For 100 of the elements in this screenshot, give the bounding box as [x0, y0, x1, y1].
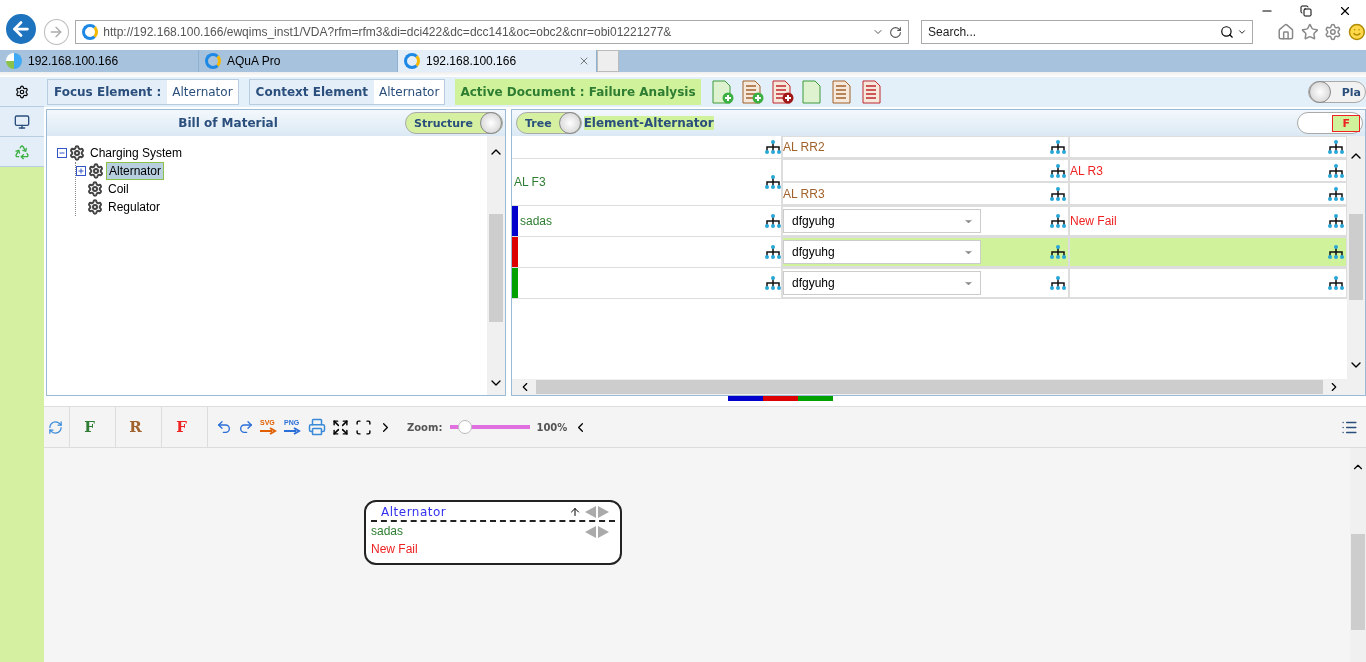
hierarchy-icon[interactable]: [1050, 162, 1066, 179]
site-logo-icon: [6, 53, 22, 69]
letter-button[interactable]: F: [161, 407, 201, 447]
hierarchy-icon[interactable]: [765, 174, 781, 190]
table-cell[interactable]: dfgyuhg: [782, 206, 1069, 236]
star-icon[interactable]: [1300, 23, 1319, 41]
close-icon[interactable]: [1338, 4, 1352, 18]
add-list-icon[interactable]: [770, 80, 795, 104]
panel-title: Element-Alternator: [583, 116, 714, 130]
refresh-button[interactable]: [48, 419, 63, 435]
hierarchy-icon[interactable]: [1328, 185, 1344, 202]
home-icon[interactable]: [1276, 23, 1295, 41]
dropdown[interactable]: dfgyuhg: [783, 271, 981, 295]
field-value: Alternator: [378, 84, 441, 101]
smiley-icon[interactable]: [1348, 23, 1366, 41]
hierarchy-icon[interactable]: [1050, 244, 1066, 260]
dropdown-icon[interactable]: [1236, 27, 1247, 37]
zoom-label: Zoom:: [407, 421, 443, 433]
hierarchy-icon[interactable]: [1050, 275, 1066, 291]
tab-title: AQuA Pro: [227, 54, 282, 68]
letter-button[interactable]: F: [69, 407, 109, 447]
hierarchy-icon[interactable]: [1050, 213, 1066, 229]
redo-icon: [238, 419, 254, 435]
horizontal-scrollbar[interactable]: [512, 379, 1347, 395]
active-document-label: Active Document : Failure Analysis: [455, 79, 701, 105]
print-button[interactable]: [308, 418, 326, 436]
hierarchy-icon[interactable]: [765, 244, 781, 260]
tree-item[interactable]: Alternator: [106, 162, 165, 180]
hierarchy-icon[interactable]: [1050, 139, 1066, 155]
tree-item[interactable]: Coil: [105, 180, 132, 198]
up-arrow-icon[interactable]: [569, 506, 581, 518]
monitor-button[interactable]: [0, 107, 44, 137]
hierarchy-icon[interactable]: [1328, 275, 1344, 291]
gear-icon: [87, 181, 103, 197]
hierarchy-icon[interactable]: [1328, 162, 1344, 179]
field-value: Alternator: [171, 84, 234, 101]
table-cell-text: sadas: [519, 214, 554, 228]
scrollbar[interactable]: [1347, 136, 1365, 395]
table-cell[interactable]: AL R3: [1069, 159, 1347, 182]
monitor-icon: [14, 113, 30, 130]
arrow-icon: [284, 427, 302, 435]
structure-toggle[interactable]: Structure: [405, 112, 503, 134]
gear-icon: [69, 145, 85, 161]
arrow-icon: [260, 427, 278, 435]
cell-text: AL R3: [1070, 163, 1103, 178]
browser-logo-icon: [404, 53, 420, 69]
scrollbar[interactable]: [1350, 448, 1366, 662]
refresh-icon[interactable]: [889, 25, 903, 39]
browser-tab[interactable]: 192.168.100.166: [398, 50, 597, 72]
scrollbar[interactable]: [487, 136, 505, 395]
table-cell[interactable]: AL RR3: [782, 182, 1069, 205]
redo-button[interactable]: [238, 419, 254, 435]
table-cell[interactable]: AL RR2: [782, 136, 1069, 158]
hierarchy-icon[interactable]: [765, 139, 781, 155]
refresh-icon: [48, 419, 63, 435]
search-field[interactable]: Search...: [921, 20, 1253, 44]
add-list-icon[interactable]: [740, 80, 765, 104]
fit-button[interactable]: [355, 418, 372, 436]
table-cell[interactable]: New Fail: [1069, 206, 1347, 236]
zoom-value: 100%: [536, 421, 568, 433]
recycle-icon: [14, 143, 30, 160]
search-icon[interactable]: [1219, 25, 1234, 39]
tab-title: 192.168.100.166: [28, 54, 120, 68]
cell-text: New Fail: [1070, 214, 1117, 228]
table-cell[interactable]: [1069, 182, 1347, 205]
table-cell[interactable]: dfgyuhg: [782, 237, 1069, 267]
table-cell[interactable]: [1069, 136, 1347, 158]
gear-icon: [88, 163, 104, 179]
expand-icon[interactable]: [76, 166, 86, 176]
hierarchy-icon[interactable]: [1328, 213, 1344, 229]
diagram-node[interactable]: Alternator sadas New Fail: [364, 500, 622, 565]
dropdown[interactable]: dfgyuhg: [783, 240, 981, 264]
collapse-icon[interactable]: [57, 148, 67, 158]
table-cell[interactable]: [1069, 268, 1347, 298]
undo-button[interactable]: [207, 407, 232, 447]
settings-button[interactable]: [0, 77, 44, 107]
add-document-icon[interactable]: [710, 80, 735, 104]
tree-item[interactable]: Regulator: [105, 198, 164, 216]
tree-item[interactable]: Charging System: [87, 144, 186, 162]
hierarchy-icon[interactable]: [765, 213, 781, 229]
tree-toggle[interactable]: Tree: [516, 112, 582, 134]
toggle-switch[interactable]: Pla: [1307, 81, 1366, 103]
table-cell[interactable]: [782, 159, 1069, 182]
hierarchy-icon[interactable]: [1328, 139, 1344, 155]
settings-icon[interactable]: [1324, 23, 1343, 41]
hierarchy-icon[interactable]: [1050, 185, 1066, 202]
hierarchy-icon[interactable]: [1328, 244, 1344, 260]
table-cell[interactable]: [1069, 237, 1347, 267]
expand-button[interactable]: [332, 418, 349, 436]
panel-title: Bill of Material: [177, 116, 279, 130]
restore-icon[interactable]: [1300, 5, 1312, 17]
browser-logo-icon: [82, 24, 99, 40]
address-field[interactable]: http://192.168.100.166/ewqims_inst1/VDA?rfm=rfm3&di=dci422&dc=dcc141&oc=obc2&cnr=obi01221277&: [75, 20, 910, 44]
browser-logo-icon: [205, 53, 221, 69]
settings-icon: [15, 84, 29, 99]
hierarchy-icon[interactable]: [765, 275, 781, 291]
cell-text: AL RR2: [783, 140, 825, 154]
dropdown[interactable]: dfgyuhg: [783, 209, 981, 233]
table-cell[interactable]: dfgyuhg: [782, 268, 1069, 298]
letter-button[interactable]: R: [115, 407, 155, 447]
